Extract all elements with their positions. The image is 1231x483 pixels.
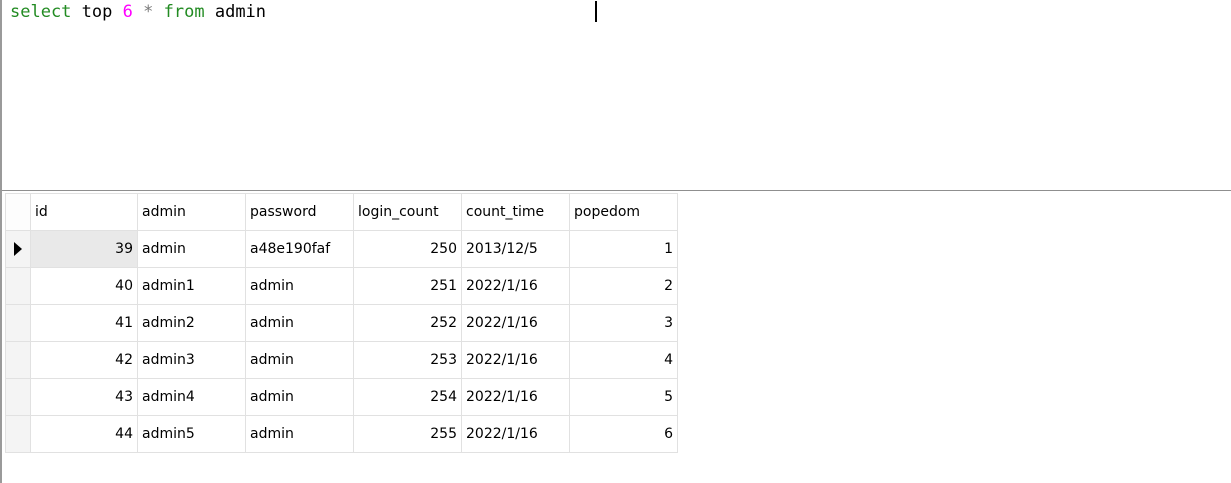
cell-count-time[interactable]: 2013/12/5 — [461, 230, 570, 268]
cell-id[interactable]: 39 — [30, 230, 138, 268]
cell-login-count[interactable]: 255 — [353, 415, 462, 453]
cell-password[interactable]: admin — [245, 304, 354, 342]
cell-login-count[interactable]: 251 — [353, 267, 462, 305]
cell-id[interactable]: 44 — [30, 415, 138, 453]
cell-id[interactable]: 42 — [30, 341, 138, 379]
row-pointer-icon — [14, 242, 22, 256]
column-header-login-count[interactable]: login_count — [353, 193, 462, 231]
sql-editor[interactable]: select top 6 * from admin — [2, 0, 1231, 190]
column-header-popedom[interactable]: popedom — [569, 193, 678, 231]
cell-password[interactable]: admin — [245, 341, 354, 379]
text-caret — [595, 1, 597, 22]
row-selector[interactable] — [5, 415, 31, 453]
column-header-password[interactable]: password — [245, 193, 354, 231]
sql-keyword-from: from — [163, 2, 205, 22]
cell-admin[interactable]: admin — [137, 230, 246, 268]
cell-login-count[interactable]: 253 — [353, 341, 462, 379]
column-header-id[interactable]: id — [30, 193, 138, 231]
row-indicator-header[interactable] — [5, 193, 31, 231]
row-selector[interactable] — [5, 378, 31, 416]
row-selector[interactable] — [5, 230, 31, 268]
header-row: id admin password login_count count_time… — [5, 193, 678, 231]
table-row[interactable]: 42 admin3 admin 253 2022/1/16 4 — [5, 341, 678, 379]
cell-count-time[interactable]: 2022/1/16 — [461, 267, 570, 305]
row-selector[interactable] — [5, 267, 31, 305]
cell-password[interactable]: admin — [245, 267, 354, 305]
table-row[interactable]: 41 admin2 admin 252 2022/1/16 3 — [5, 304, 678, 342]
sql-star: * — [143, 2, 154, 22]
results-grid-panel: id admin password login_count count_time… — [2, 191, 1231, 483]
sql-query-line[interactable]: select top 6 * from admin — [10, 0, 266, 24]
cell-count-time[interactable]: 2022/1/16 — [461, 415, 570, 453]
cell-popedom[interactable]: 2 — [569, 267, 678, 305]
cell-popedom[interactable]: 4 — [569, 341, 678, 379]
cell-password[interactable]: admin — [245, 415, 354, 453]
cell-count-time[interactable]: 2022/1/16 — [461, 304, 570, 342]
row-selector[interactable] — [5, 341, 31, 379]
cell-popedom[interactable]: 1 — [569, 230, 678, 268]
results-table: id admin password login_count count_time… — [5, 193, 678, 453]
cell-popedom[interactable]: 6 — [569, 415, 678, 453]
cell-id[interactable]: 40 — [30, 267, 138, 305]
cell-id[interactable]: 43 — [30, 378, 138, 416]
row-selector[interactable] — [5, 304, 31, 342]
cell-admin[interactable]: admin5 — [137, 415, 246, 453]
cell-admin[interactable]: admin2 — [137, 304, 246, 342]
cell-login-count[interactable]: 254 — [353, 378, 462, 416]
table-row[interactable]: 40 admin1 admin 251 2022/1/16 2 — [5, 267, 678, 305]
sql-keyword-top: top — [81, 2, 113, 22]
sql-top-count: 6 — [122, 2, 133, 22]
cell-popedom[interactable]: 5 — [569, 378, 678, 416]
cell-login-count[interactable]: 252 — [353, 304, 462, 342]
table-row[interactable]: 39 admin a48e190faf 250 2013/12/5 1 — [5, 230, 678, 268]
cell-count-time[interactable]: 2022/1/16 — [461, 341, 570, 379]
cell-password[interactable]: a48e190faf — [245, 230, 354, 268]
cell-id[interactable]: 41 — [30, 304, 138, 342]
cell-admin[interactable]: admin3 — [137, 341, 246, 379]
table-row[interactable]: 43 admin4 admin 254 2022/1/16 5 — [5, 378, 678, 416]
cell-password[interactable]: admin — [245, 378, 354, 416]
sql-keyword-select: select — [10, 2, 72, 22]
column-header-count-time[interactable]: count_time — [461, 193, 570, 231]
cell-login-count[interactable]: 250 — [353, 230, 462, 268]
cell-admin[interactable]: admin4 — [137, 378, 246, 416]
sql-table-name: admin — [214, 2, 267, 22]
column-header-admin[interactable]: admin — [137, 193, 246, 231]
cell-popedom[interactable]: 3 — [569, 304, 678, 342]
cell-admin[interactable]: admin1 — [137, 267, 246, 305]
cell-count-time[interactable]: 2022/1/16 — [461, 378, 570, 416]
table-row[interactable]: 44 admin5 admin 255 2022/1/16 6 — [5, 415, 678, 453]
